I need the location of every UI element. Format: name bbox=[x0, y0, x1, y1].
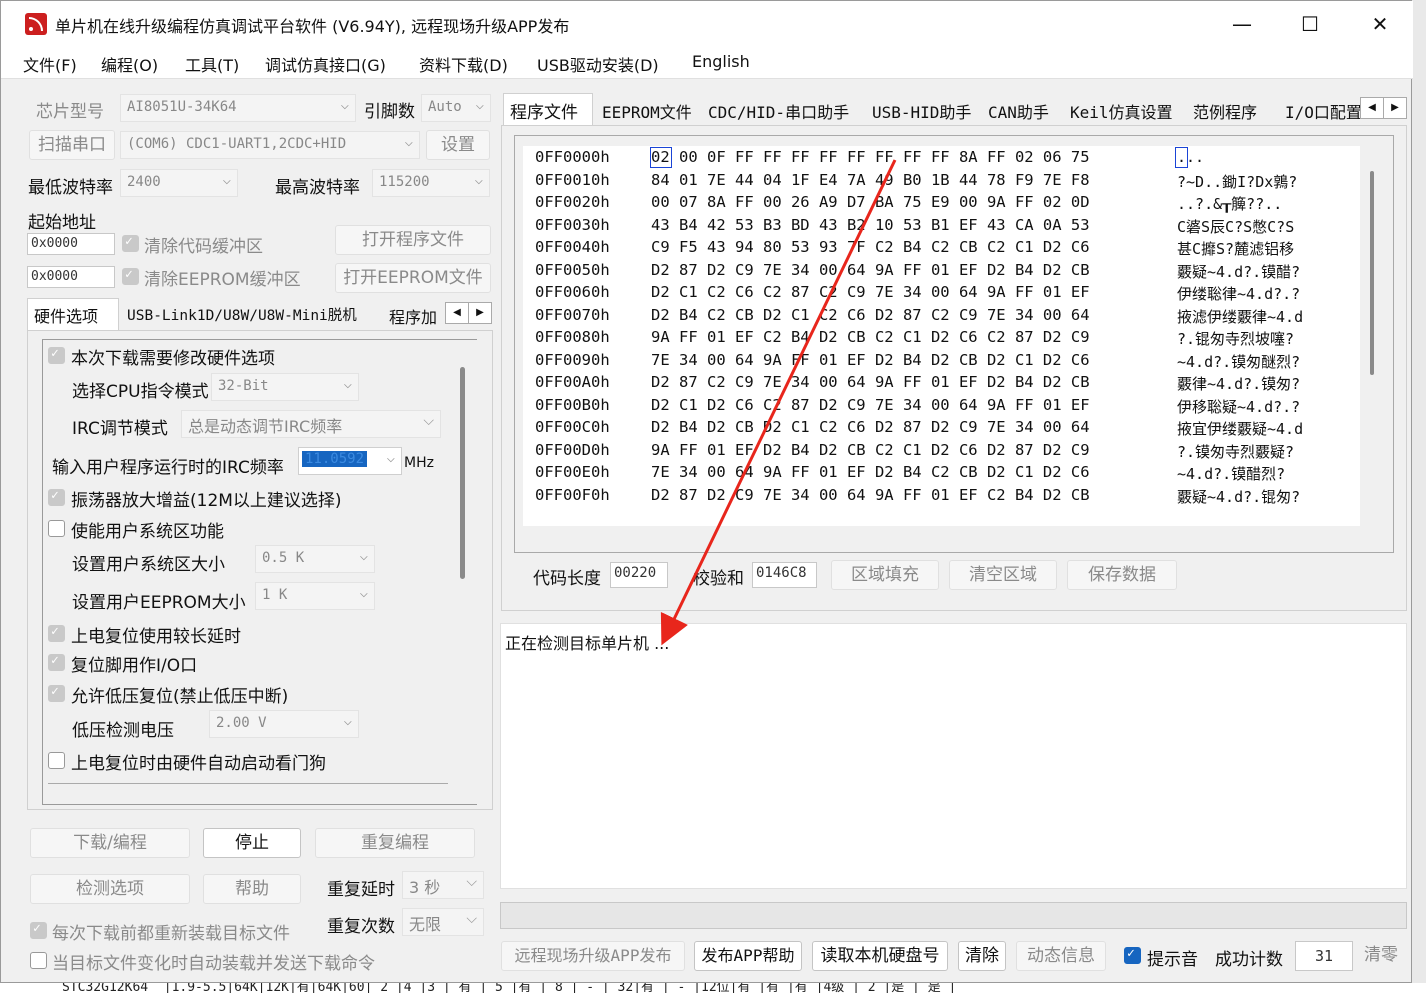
annotation-arrow bbox=[660, 159, 897, 646]
